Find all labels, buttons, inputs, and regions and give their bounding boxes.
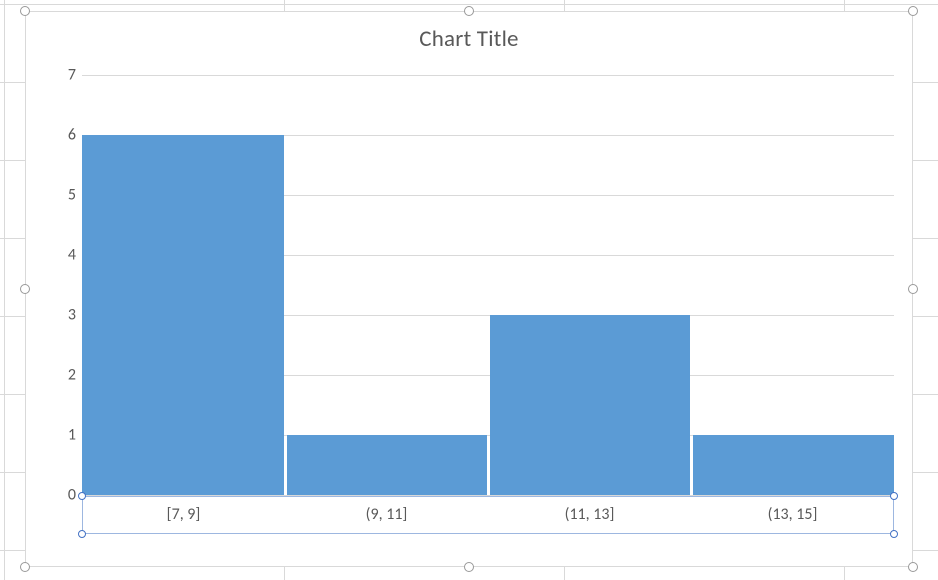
bar[interactable] <box>82 135 284 495</box>
category-axis-handle[interactable] <box>890 492 898 500</box>
x-tick: [7, 9] <box>82 505 285 524</box>
bar[interactable] <box>693 435 895 495</box>
selection-handle[interactable] <box>20 284 30 294</box>
sheet-gridline <box>4 0 5 580</box>
chart-title[interactable]: Chart Title <box>26 25 912 53</box>
x-tick: (9, 11] <box>285 505 488 524</box>
selection-handle[interactable] <box>464 562 474 572</box>
bars <box>82 75 894 495</box>
selection-handle[interactable] <box>464 6 474 16</box>
plot-area[interactable] <box>82 75 894 495</box>
y-axis-ticks: 0 1 2 3 4 5 6 7 <box>46 75 76 495</box>
worksheet[interactable]: Chart Title 0 1 2 3 4 5 6 7 <box>0 0 938 580</box>
y-tick: 0 <box>46 486 76 505</box>
selection-handle[interactable] <box>20 562 30 572</box>
y-tick: 2 <box>46 365 76 384</box>
category-axis-handle[interactable] <box>78 492 86 500</box>
x-tick: (13, 15] <box>691 505 894 524</box>
category-axis-handle[interactable] <box>890 530 898 538</box>
selection-handle[interactable] <box>908 562 918 572</box>
bar[interactable] <box>287 435 487 495</box>
y-tick: 6 <box>46 125 76 144</box>
selection-handle[interactable] <box>908 6 918 16</box>
x-axis-ticks: [7, 9] (9, 11] (11, 13] (13, 15] <box>82 505 894 529</box>
selection-handle[interactable] <box>20 6 30 16</box>
x-axis-line <box>82 495 894 496</box>
category-axis-handle[interactable] <box>78 530 86 538</box>
bar[interactable] <box>490 315 690 495</box>
selection-handle[interactable] <box>908 284 918 294</box>
x-tick: (11, 13] <box>488 505 691 524</box>
y-tick: 1 <box>46 425 76 444</box>
y-tick: 7 <box>46 66 76 85</box>
y-tick: 5 <box>46 185 76 204</box>
chart-object[interactable]: Chart Title 0 1 2 3 4 5 6 7 <box>25 11 913 567</box>
sheet-gridline <box>0 4 938 5</box>
y-tick: 4 <box>46 245 76 264</box>
y-tick: 3 <box>46 305 76 324</box>
